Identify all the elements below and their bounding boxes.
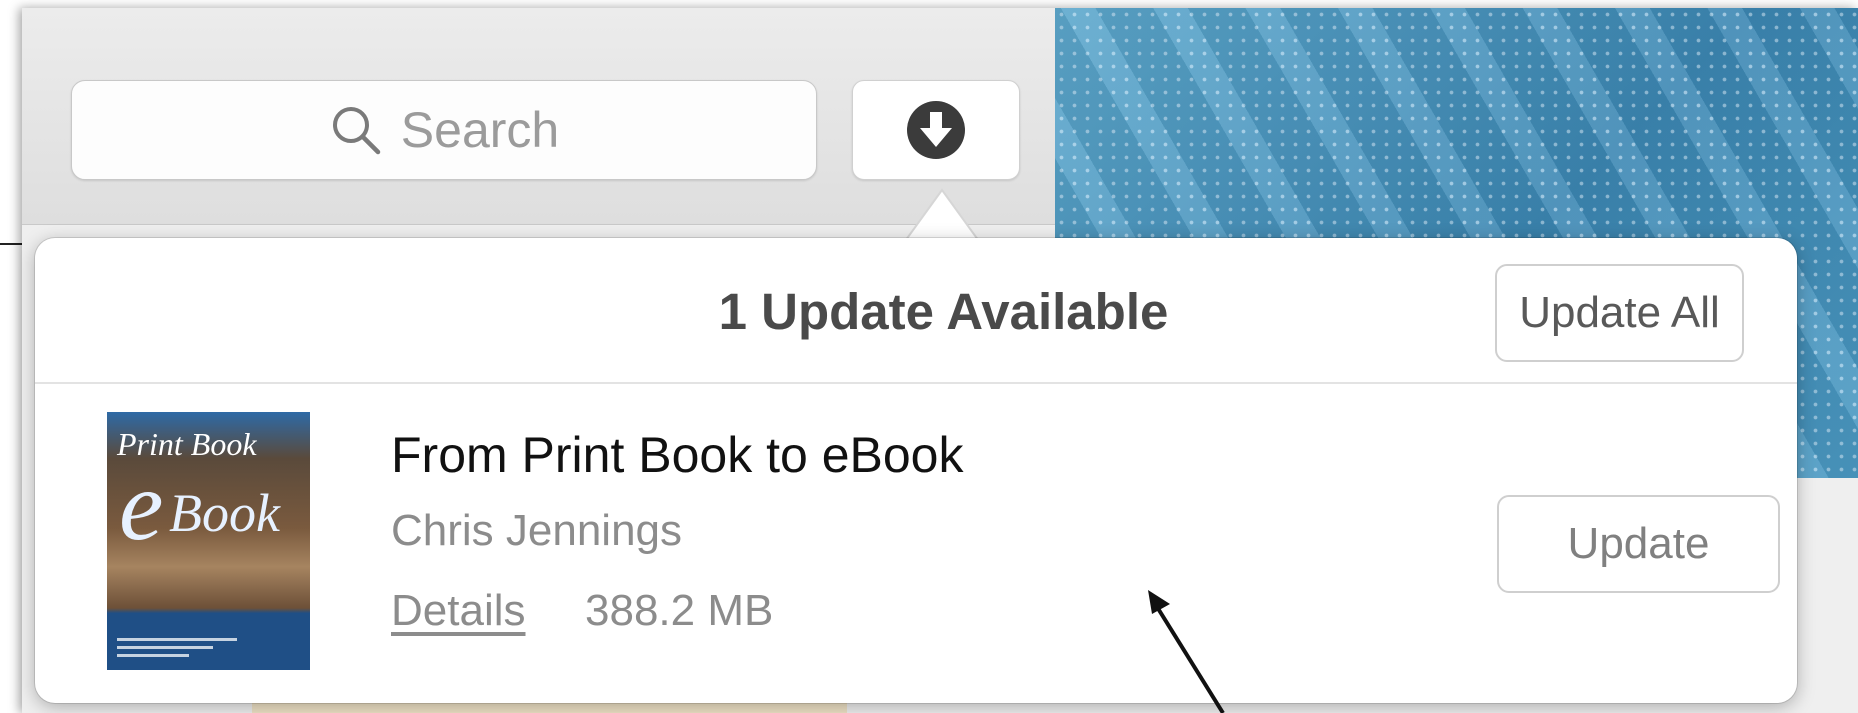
details-link[interactable]: Details [391, 586, 526, 636]
update-all-button[interactable]: Update All [1495, 264, 1744, 362]
download-size: 388.2 MB [585, 586, 774, 635]
cover-letter: e [119, 450, 164, 561]
updates-popover: 1 Update Available Update All Print Book… [35, 238, 1797, 703]
search-placeholder: Search [400, 102, 560, 158]
cover-bottom-text: Book [169, 483, 280, 543]
downloads-button[interactable] [852, 80, 1020, 180]
book-cover[interactable]: Print Book e Book [107, 412, 310, 670]
search-field[interactable]: Search [71, 80, 817, 180]
book-title: From Print Book to eBook [391, 427, 964, 483]
toolbar: Search [22, 8, 1055, 225]
search-icon [329, 103, 383, 157]
cover-fine-print [117, 638, 237, 662]
update-button[interactable]: Update [1497, 495, 1780, 593]
popover-header: 1 Update Available Update All [35, 238, 1797, 384]
arrow-pointer-icon [1148, 590, 1225, 713]
download-arrow-icon [905, 99, 967, 161]
book-author[interactable]: Chris Jennings [391, 506, 682, 556]
update-list-item: Print Book e Book From Print Book to eBo… [35, 384, 1797, 702]
popover-caret [903, 188, 981, 244]
